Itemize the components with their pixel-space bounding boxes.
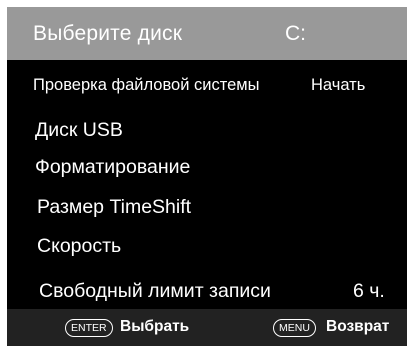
menu-item-format[interactable]: Форматирование — [35, 156, 335, 182]
usb-disk-label: Диск USB — [35, 119, 123, 141]
disk-settings-menu: Выберите диск C: Проверка файловой систе… — [7, 7, 407, 346]
menu-item-usb-disk[interactable]: Диск USB — [35, 119, 335, 145]
free-record-limit-label: Свободный лимит записи — [39, 280, 271, 302]
timeshift-size-label: Размер TimeShift — [37, 196, 192, 218]
menu-item-free-record-limit[interactable]: Свободный лимит записи 6 ч. — [39, 280, 391, 306]
format-label: Форматирование — [35, 156, 191, 178]
menu-item-speed[interactable]: Скорость — [37, 235, 337, 261]
menu-item-filesystem-check[interactable]: Проверка файловой системы Начать — [33, 76, 383, 98]
speed-label: Скорость — [37, 235, 122, 257]
menu-item-timeshift-size[interactable]: Размер TimeShift — [37, 196, 337, 222]
enter-key-icon: ENTER — [65, 319, 113, 337]
select-hint-label: Выбрать — [120, 318, 190, 335]
back-hint-label: Возврат — [326, 318, 390, 335]
filesystem-check-label: Проверка файловой системы — [33, 76, 260, 94]
footer-hint-bar: ENTER Выбрать MENU Возврат — [7, 309, 407, 346]
free-record-limit-value: 6 ч. — [353, 280, 385, 302]
menu-key-icon: MENU — [273, 319, 316, 337]
select-disk-value: C: — [285, 22, 306, 45]
select-disk-row[interactable]: Выберите диск C: — [7, 7, 407, 60]
filesystem-check-start-value: Начать — [311, 76, 366, 94]
select-disk-label: Выберите диск — [33, 22, 183, 45]
